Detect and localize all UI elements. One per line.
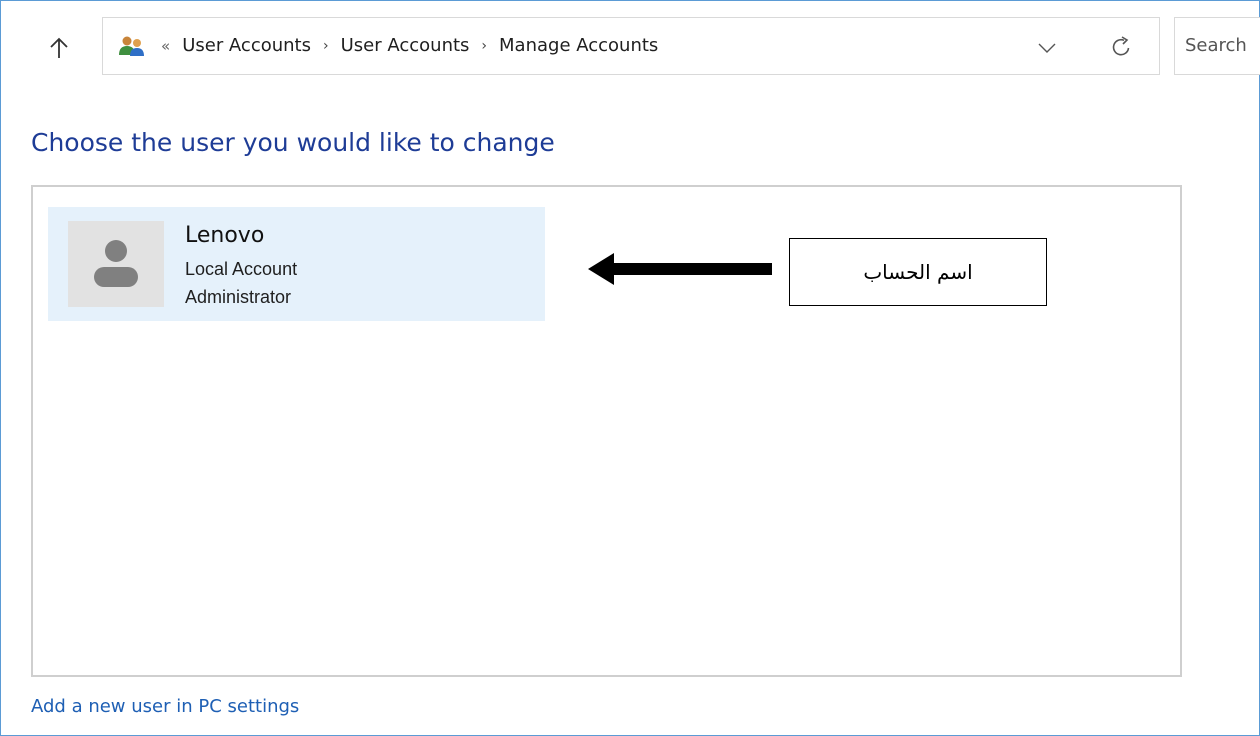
account-tile-lenovo[interactable]: Lenovo Local Account Administrator — [48, 207, 545, 321]
breadcrumb-user-accounts-2[interactable]: User Accounts — [341, 35, 470, 56]
breadcrumb: « User Accounts › User Accounts › Manage… — [161, 35, 658, 56]
user-avatar-icon — [94, 240, 138, 287]
chevron-down-icon — [1038, 43, 1056, 53]
account-role: Administrator — [185, 287, 292, 307]
annotation-label: اسم الحساب — [789, 238, 1047, 306]
account-type: Local Account — [185, 259, 298, 279]
annotation-arrow-icon — [588, 253, 772, 285]
add-user-link[interactable]: Add a new user in PC settings — [31, 696, 299, 717]
users-icon — [119, 36, 144, 56]
page-title: Choose the user you would like to change — [31, 128, 555, 157]
avatar — [68, 221, 164, 307]
refresh-icon — [1112, 36, 1130, 56]
search-input[interactable] — [1185, 35, 1260, 56]
address-history-dropdown[interactable] — [1033, 36, 1061, 60]
refresh-button[interactable] — [1106, 33, 1136, 61]
breadcrumb-separator-icon[interactable]: › — [481, 38, 487, 54]
breadcrumb-user-accounts[interactable]: User Accounts — [182, 35, 311, 56]
address-bar[interactable]: « User Accounts › User Accounts › Manage… — [102, 17, 1160, 75]
account-name: Lenovo — [185, 223, 265, 248]
up-one-level-button[interactable] — [41, 31, 77, 65]
control-panel-window: « User Accounts › User Accounts › Manage… — [0, 0, 1260, 736]
breadcrumb-separator-icon[interactable]: › — [323, 38, 329, 54]
breadcrumb-manage-accounts[interactable]: Manage Accounts — [499, 35, 658, 56]
arrow-up-icon — [50, 37, 68, 58]
breadcrumb-overflow-button[interactable]: « — [161, 37, 170, 55]
search-box[interactable] — [1174, 17, 1260, 75]
